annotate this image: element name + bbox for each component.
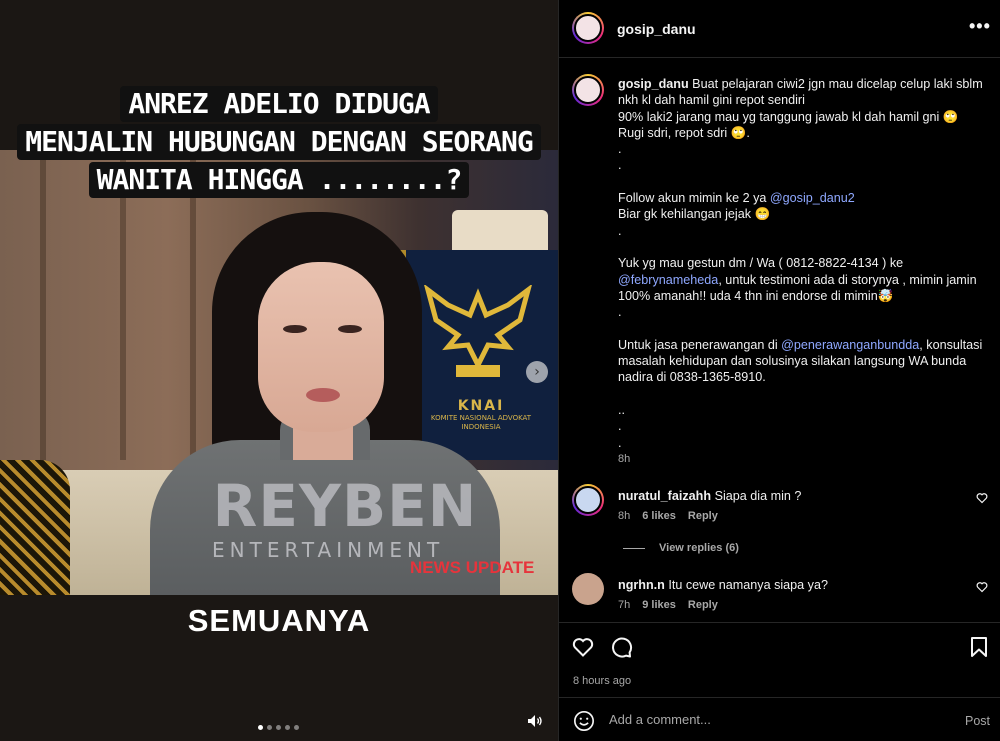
view-replies-label: View replies (6) (659, 542, 739, 554)
heart-icon[interactable] (976, 581, 988, 593)
caption-text: Untuk jasa penerawangan di (618, 337, 782, 352)
mention-link[interactable]: @gosip_danu2 (770, 191, 855, 205)
person-eye (338, 325, 362, 333)
caption-text: 90% laki2 jarang mau yg tanggung jawab k… (618, 109, 959, 124)
carousel-dot (276, 725, 281, 730)
caption-text: Follow akun mimin ke 2 ya (618, 191, 770, 206)
comment-meta: 8h 6 likes Reply (618, 510, 718, 522)
comment-meta: 7h 9 likes Reply (618, 599, 718, 611)
comment-likes[interactable]: 6 likes (642, 510, 676, 522)
view-replies-button[interactable]: View replies (6) (623, 542, 739, 554)
post-actions: 8 hours ago Post (559, 622, 1000, 740)
comment-text: Itu cewe namanya siapa ya? (668, 578, 828, 592)
reply-button[interactable]: Reply (688, 510, 718, 522)
caption-text: . (618, 435, 622, 450)
avatar[interactable] (572, 573, 604, 605)
more-horizontal-icon[interactable]: ••• (969, 16, 991, 37)
mention-link[interactable]: @penerawanganbundda (781, 338, 919, 352)
comment-text: Siapa dia min ? (714, 489, 802, 503)
chevron-right-icon[interactable]: › (526, 361, 548, 383)
comment-likes[interactable]: 9 likes (642, 599, 676, 611)
carousel-dot (285, 725, 290, 730)
comment-time[interactable]: 7h (618, 599, 630, 611)
comment-username[interactable]: nuratul_faizahh (618, 489, 711, 503)
post-media[interactable]: KNAI KOMITE NASIONAL ADVOKAT INDONESIA R… (0, 0, 558, 741)
comment-icon[interactable] (609, 635, 633, 659)
post-side-panel: gosip_danu ••• gosip_danu Buat pelajaran… (558, 0, 1000, 741)
banner-caption: KNAI KOMITE NASIONAL ADVOKAT INDONESIA (430, 398, 532, 431)
comment-body: nuratul_faizahh Siapa dia min ? (618, 489, 958, 503)
avatar[interactable] (572, 74, 604, 106)
caption-time[interactable]: 8h (618, 451, 988, 467)
caption-text: Biar gk kehilangan jejak 😁 (618, 207, 771, 222)
person-eye (283, 325, 307, 333)
speaker-icon[interactable] (527, 714, 543, 728)
carousel-indicator (258, 725, 299, 730)
post-header: gosip_danu ••• (559, 0, 1000, 58)
watermark-logo: REYBEN (212, 472, 478, 540)
eagle-emblem (424, 285, 532, 377)
comment-time[interactable]: 8h (618, 510, 630, 522)
reply-button[interactable]: Reply (688, 599, 718, 611)
post-comment-button[interactable]: Post (965, 714, 990, 728)
header-username[interactable]: gosip_danu (617, 21, 696, 37)
headline-line-1: ANREZ ADELIO DIDUGA (120, 86, 438, 122)
news-update-badge: NEWS UPDATE (410, 558, 535, 577)
caption-text: Yuk yg mau gestun dm / Wa ( 0812-8822-41… (618, 256, 904, 271)
caption-text: . (618, 142, 622, 157)
comment-input[interactable] (609, 712, 929, 727)
caption-text: . (618, 158, 622, 173)
carousel-dot-active (258, 725, 263, 730)
comment-username[interactable]: ngrhn.n (618, 578, 665, 592)
caption-text: . (618, 223, 622, 238)
post-timestamp[interactable]: 8 hours ago (573, 675, 631, 687)
comment-body: ngrhn.n Itu cewe namanya siapa ya? (618, 578, 958, 592)
patterned-pillow (0, 460, 70, 595)
carousel-dot (294, 725, 299, 730)
caption-username[interactable]: gosip_danu (618, 77, 689, 91)
post-dialog: KNAI KOMITE NASIONAL ADVOKAT INDONESIA R… (0, 0, 1000, 741)
carousel-dot (267, 725, 272, 730)
avatar[interactable] (572, 484, 604, 516)
caption-text: .. (618, 402, 625, 417)
caption-text: . (618, 419, 622, 434)
add-comment-bar: Post (559, 697, 1000, 741)
video-subtitle: SEMUANYA (187, 603, 371, 638)
divider (623, 547, 645, 549)
video-headline: ANREZ ADELIO DIDUGA MENJALIN HUBUNGAN DE… (0, 86, 558, 200)
person-lips (306, 388, 340, 402)
heart-icon[interactable] (571, 635, 595, 659)
emoji-icon[interactable] (573, 710, 595, 732)
caption-text: . (618, 305, 622, 320)
headline-line-3: WANITA HINGGA ........? (88, 162, 470, 198)
headline-line-2: MENJALIN HUBUNGAN DENGAN SEORANG (17, 124, 541, 160)
bookmark-icon[interactable] (967, 635, 991, 659)
caption-text: Rugi sdri, repot sdri 🙄. (618, 125, 750, 140)
heart-icon[interactable] (976, 492, 988, 504)
mention-link[interactable]: @febrynameheda (618, 273, 718, 287)
caption-body: gosip_danu Buat pelajaran ciwi2 jgn mau … (618, 76, 988, 467)
avatar[interactable] (572, 12, 604, 44)
person-face (258, 262, 384, 432)
